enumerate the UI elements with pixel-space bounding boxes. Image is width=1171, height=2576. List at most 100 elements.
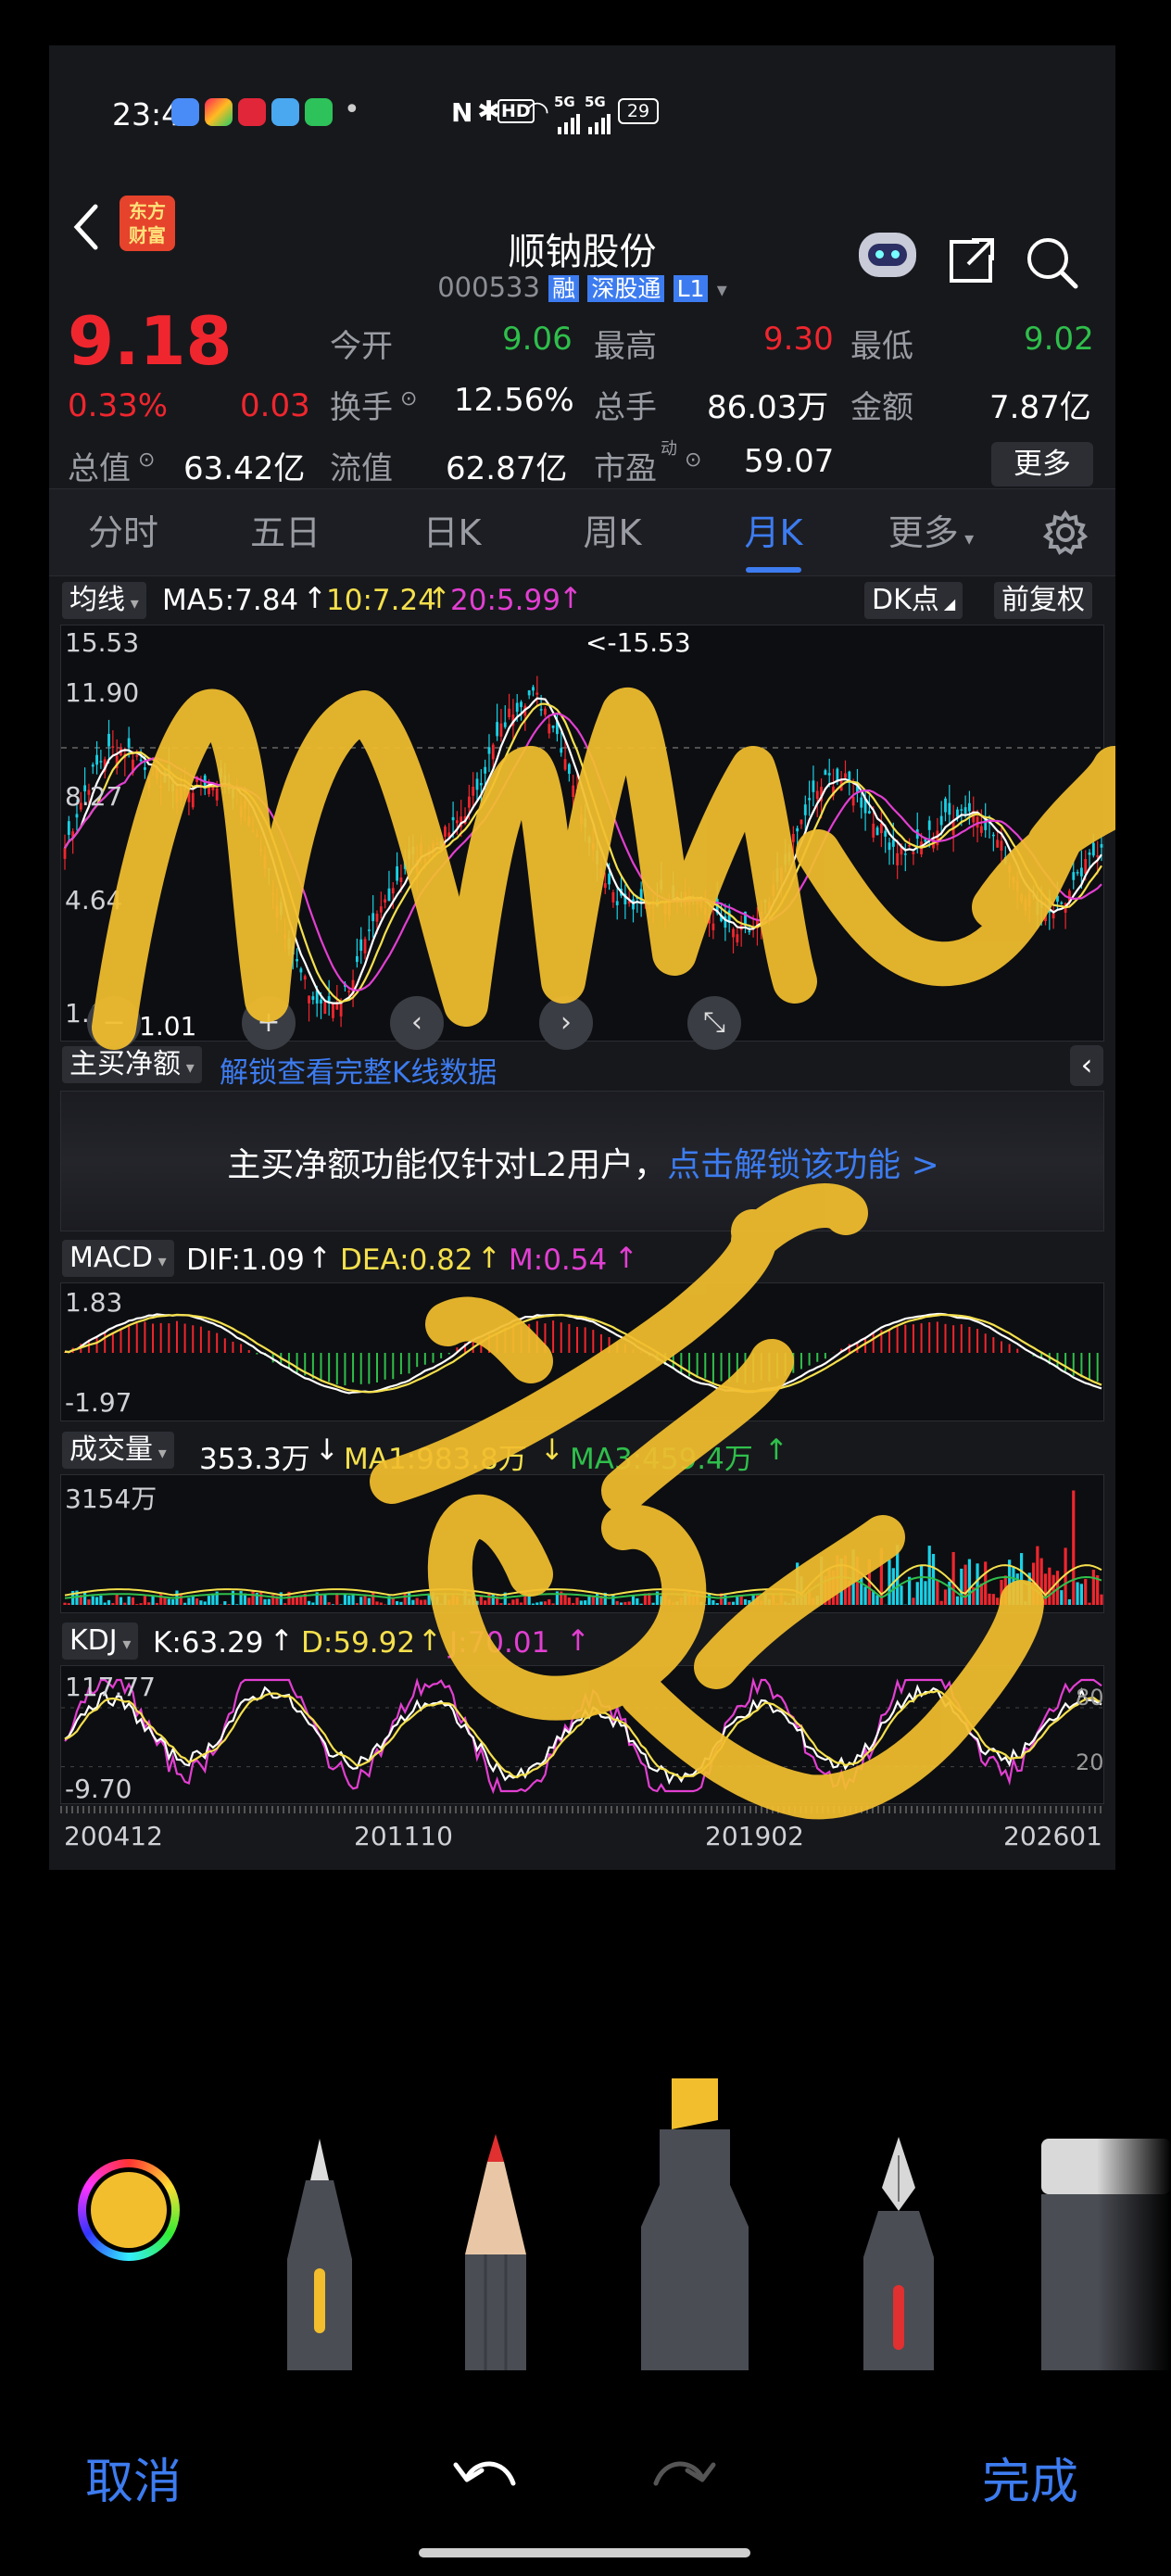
dea-value: DEA:0.82 — [340, 1244, 473, 1277]
market-cap-value: 63.42亿 — [183, 450, 306, 487]
amount-value: 7.87亿 — [989, 389, 1091, 426]
candle-body — [403, 859, 407, 869]
volume-bar — [731, 1601, 736, 1605]
gear-icon[interactable] — [1042, 510, 1089, 560]
volume-bar — [563, 1594, 567, 1605]
candle-body — [667, 902, 671, 916]
volume-bar — [711, 1599, 715, 1605]
candle-body — [615, 901, 619, 905]
volume-bar — [327, 1602, 331, 1605]
high-value: 9.30 — [763, 321, 834, 358]
candle-body — [1027, 893, 1031, 907]
tab-minute[interactable]: 分时 — [77, 489, 170, 577]
volume-chart[interactable]: 3154万 — [60, 1474, 1104, 1613]
candle-body — [107, 733, 110, 747]
turnover-label: 换手 — [330, 389, 393, 426]
candle-body — [1051, 913, 1055, 919]
volume-bar — [1012, 1567, 1015, 1605]
candle-body — [303, 976, 307, 980]
main-buy-dropdown[interactable]: 主买净额 ▾ — [62, 1046, 202, 1083]
volume-bar — [915, 1582, 919, 1605]
tab-monthly-k[interactable]: 月K — [727, 489, 820, 577]
tab-more[interactable]: 更多 ▾ — [885, 489, 977, 577]
tab-five-day[interactable]: 五日 — [239, 489, 332, 577]
volume-bar — [451, 1594, 455, 1605]
ma5-line — [64, 697, 1102, 1004]
highlighter-tool[interactable] — [630, 2078, 760, 2370]
battery-icon: 29 — [618, 98, 659, 124]
candle-body — [135, 755, 139, 757]
volume-bar — [347, 1596, 351, 1605]
volume-dropdown[interactable]: 成交量 ▾ — [62, 1432, 174, 1469]
adjust-button[interactable]: 前复权 — [994, 582, 1092, 619]
volume-bar — [996, 1597, 1000, 1605]
tab-daily-k[interactable]: 日K — [406, 489, 498, 577]
kdj-chart[interactable]: 117.77 -9.70 80 20 — [60, 1665, 1105, 1804]
macd-dropdown[interactable]: MACD ▾ — [62, 1240, 174, 1277]
candle-body — [144, 767, 146, 770]
candle-body — [815, 790, 819, 800]
candle-body — [1056, 895, 1059, 903]
candle-body — [387, 888, 391, 902]
up-arrow-icon: ↑ — [418, 1624, 442, 1658]
kline-chart[interactable]: 15.53 11.90 8.27 4.64 1.01 <-15.53 1.01 … — [60, 625, 1105, 1050]
color-picker-button[interactable] — [78, 2159, 180, 2261]
candle-body — [939, 815, 943, 826]
volume-bar — [751, 1595, 755, 1605]
candle-body — [95, 754, 98, 765]
ma20-line — [64, 712, 1102, 991]
ma10-line — [64, 702, 1102, 1004]
info-icon[interactable]: ⊙ — [685, 448, 701, 472]
more-button[interactable]: 更多 — [991, 442, 1093, 486]
candle-body — [171, 784, 175, 792]
redo-icon[interactable] — [648, 2446, 723, 2506]
status-bar: 23:46 • N ✱ HD ◠ 5G 5G 29 — [49, 45, 1115, 175]
pencil-tool[interactable] — [454, 2134, 537, 2370]
volume-bar — [143, 1596, 147, 1605]
volume-bar — [295, 1597, 299, 1605]
volume-bar — [875, 1595, 879, 1605]
candle-body — [208, 781, 210, 795]
done-button[interactable]: 完成 — [982, 2443, 1078, 2512]
y-tick: 117.77 — [65, 1672, 156, 1702]
up-arrow-icon: ↑ — [270, 1624, 294, 1658]
candle-body — [408, 850, 410, 860]
candle-body — [1044, 914, 1047, 922]
cancel-button[interactable]: 取消 — [85, 2443, 182, 2512]
volume-bar — [167, 1598, 170, 1605]
volume-bar — [399, 1601, 403, 1605]
indicator-dropdown[interactable]: 均线 ▾ — [62, 582, 146, 619]
ballpoint-pen-tool[interactable] — [278, 2139, 361, 2370]
candle-body — [232, 789, 234, 799]
candle-body — [299, 968, 303, 973]
volume-bar — [667, 1598, 671, 1605]
unlock-feature-link[interactable]: 点击解锁该功能 > — [667, 1146, 939, 1184]
undo-icon[interactable] — [447, 2446, 521, 2506]
macd-chart[interactable]: 1.83 -1.97 — [60, 1282, 1104, 1421]
candle-body — [836, 768, 839, 781]
volume-bar — [94, 1597, 99, 1605]
volume-bar — [963, 1564, 967, 1605]
robot-assistant-icon[interactable] — [859, 233, 916, 277]
candle-body — [791, 834, 795, 842]
kdj-dropdown[interactable]: KDJ ▾ — [62, 1623, 139, 1660]
d-value: D:59.92 — [301, 1626, 416, 1660]
volume-bar — [159, 1592, 163, 1605]
volume-bar — [439, 1603, 443, 1605]
dk-point-button[interactable]: DK点 ◢ — [864, 582, 963, 619]
tab-weekly-k[interactable]: 周K — [566, 489, 659, 577]
up-arrow-icon: ↑ — [764, 1433, 788, 1467]
candle-body — [879, 823, 883, 834]
collapse-icon[interactable]: ‹ — [1070, 1045, 1103, 1086]
volume-bar — [247, 1597, 251, 1605]
eraser-tool[interactable] — [1038, 2139, 1171, 2370]
min-price-marker: 1.01 — [139, 1011, 197, 1042]
candle-body — [175, 789, 179, 803]
info-icon[interactable]: ⊙ — [400, 387, 417, 410]
candle-body — [736, 934, 739, 943]
unlock-link[interactable]: 解锁查看完整K线数据 — [220, 1049, 497, 1091]
fountain-pen-tool[interactable] — [852, 2137, 945, 2370]
ref-line-label: 20 — [1076, 1749, 1104, 1775]
info-icon[interactable]: ⊙ — [138, 448, 155, 472]
volume-bar — [384, 1604, 387, 1605]
